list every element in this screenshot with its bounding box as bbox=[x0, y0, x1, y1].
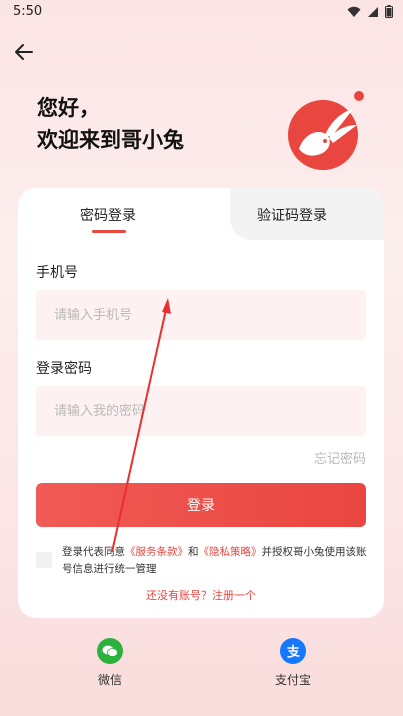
agreement-prefix: 登录代表同意 bbox=[62, 546, 125, 558]
login-tabs: 密码登录 验证码登录 bbox=[18, 188, 384, 240]
alipay-icon[interactable] bbox=[280, 638, 306, 664]
greeting-line2: 欢迎来到哥小兔 bbox=[37, 128, 184, 152]
tab-sms-login-label[interactable]: 验证码登录 bbox=[257, 205, 327, 225]
greeting-line1: 您好， bbox=[37, 96, 100, 120]
login-card: 密码登录 验证码登录 手机号 登录密码 忘记密码 登录 登录代表同意《服务条款》… bbox=[18, 188, 384, 618]
register-link[interactable]: 还没有账号？注册一个 bbox=[18, 587, 384, 603]
alipay-login[interactable]: 支付宝 bbox=[263, 638, 323, 688]
wechat-icon[interactable] bbox=[97, 638, 123, 664]
battery-icon bbox=[385, 5, 393, 18]
agreement-text: 登录代表同意《服务条款》和《隐私策略》并授权哥小兔使用该账号信息进行统一管理 bbox=[62, 544, 372, 578]
status-bar: 5:50 bbox=[0, 0, 403, 24]
privacy-link[interactable]: 《隐私策略》 bbox=[199, 546, 262, 558]
active-tab-indicator bbox=[92, 230, 126, 233]
login-button[interactable]: 登录 bbox=[36, 483, 366, 527]
password-input[interactable] bbox=[36, 386, 366, 436]
rabbit-logo-icon bbox=[288, 91, 364, 170]
forgot-password-link[interactable]: 忘记密码 bbox=[314, 448, 366, 467]
wifi-icon bbox=[347, 6, 361, 17]
status-icons bbox=[347, 5, 393, 18]
alipay-label: 支付宝 bbox=[274, 673, 311, 687]
status-time: 5:50 bbox=[13, 4, 43, 19]
phone-input[interactable] bbox=[36, 290, 366, 340]
wechat-login[interactable]: 微信 bbox=[80, 638, 140, 688]
back-arrow-icon[interactable] bbox=[12, 40, 36, 64]
agreement-and: 和 bbox=[188, 546, 199, 558]
phone-label: 手机号 bbox=[36, 265, 78, 281]
tab-password-login-label[interactable]: 密码登录 bbox=[80, 205, 136, 225]
agreement-checkbox[interactable] bbox=[36, 552, 52, 568]
greeting: 您好， 欢迎来到哥小兔 bbox=[37, 92, 184, 156]
signal-icon bbox=[368, 6, 378, 17]
wechat-label: 微信 bbox=[97, 673, 122, 687]
password-label: 登录密码 bbox=[36, 361, 92, 377]
terms-link[interactable]: 《服务条款》 bbox=[125, 546, 188, 558]
